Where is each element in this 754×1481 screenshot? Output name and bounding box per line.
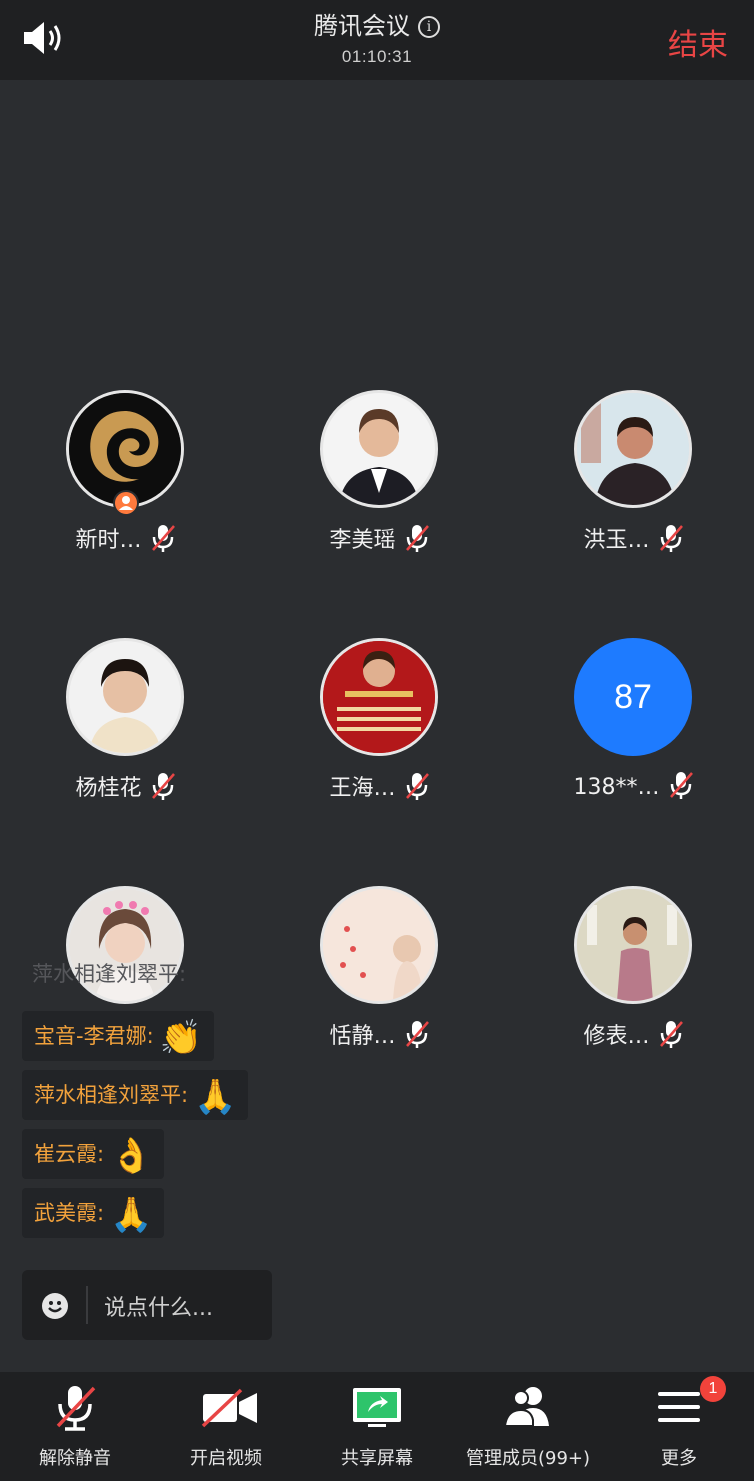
meeting-title: 腾讯会议 xyxy=(314,12,410,40)
participant-name: 洪玉… xyxy=(583,528,650,553)
start-video-button[interactable]: 开启视频 xyxy=(151,1372,301,1481)
members-icon xyxy=(503,1387,549,1427)
top-bar: 腾讯会议 i 01:10:31 结束 xyxy=(0,0,754,80)
avatar xyxy=(574,390,692,508)
ok-hand-emoji-icon: 👌 xyxy=(110,1136,153,1176)
pray-emoji-icon: 🙏 xyxy=(194,1077,237,1117)
mic-muted-icon xyxy=(405,773,429,800)
participant-tile[interactable]: 王海… xyxy=(254,638,505,818)
participant-tile[interactable]: 新时… xyxy=(0,390,251,570)
meeting-timer: 01:10:31 xyxy=(341,47,413,66)
chat-message-text: 崔云霞: xyxy=(34,1142,105,1166)
avatar xyxy=(574,886,692,1004)
host-badge-icon xyxy=(113,490,139,516)
info-icon[interactable]: i xyxy=(418,16,440,38)
clap-emoji-icon: 👏 xyxy=(159,1018,202,1058)
participant-name-row: 王海… xyxy=(254,770,505,802)
chat-message: 萍水相逢刘翠平: 🙏 xyxy=(22,1070,249,1120)
start-video-label: 开启视频 xyxy=(190,1448,262,1469)
menu-icon xyxy=(658,1392,700,1422)
avatar xyxy=(320,638,438,756)
bottom-toolbar: 解除静音 开启视频 共享屏幕 管理成员(99+) 1 更多 xyxy=(0,1372,754,1481)
share-screen-icon xyxy=(353,1388,401,1427)
mic-muted-icon xyxy=(669,772,693,799)
chat-message-text: 武美霞: xyxy=(34,1201,105,1225)
mic-muted-icon xyxy=(56,1386,96,1431)
participant-name: 138**… xyxy=(573,775,660,800)
participant-tile[interactable]: 恬静… xyxy=(254,886,505,1066)
notification-badge: 1 xyxy=(700,1376,726,1402)
number-avatar: 87 xyxy=(574,638,692,756)
participant-name-row: 恬静… xyxy=(254,1018,505,1050)
avatar xyxy=(320,886,438,1004)
participant-name: 王海… xyxy=(329,776,396,801)
manage-members-label: 管理成员(99+) xyxy=(465,1448,591,1469)
share-screen-label: 共享屏幕 xyxy=(341,1448,413,1469)
chat-message: 武美霞: 🙏 xyxy=(22,1188,165,1238)
logo-icon xyxy=(69,393,181,505)
chat-message-text: 宝音-李君娜: xyxy=(34,1024,154,1048)
mic-muted-icon xyxy=(151,773,175,800)
chat-input-placeholder: 说点什么... xyxy=(104,1296,213,1321)
participant-tile[interactable]: 杨桂花 xyxy=(0,638,251,818)
chat-message-text: 萍水相逢刘翠平: xyxy=(34,1083,189,1107)
participant-name: 新时… xyxy=(75,528,142,553)
pray-emoji-icon: 🙏 xyxy=(110,1195,153,1235)
participant-tile[interactable]: 修表… xyxy=(508,886,754,1066)
more-label: 更多 xyxy=(661,1448,697,1469)
participant-name: 修表… xyxy=(583,1024,650,1049)
video-off-icon xyxy=(201,1388,257,1428)
end-meeting-button[interactable]: 结束 xyxy=(668,20,728,64)
manage-members-button[interactable]: 管理成员(99+) xyxy=(453,1372,603,1481)
participant-name: 杨桂花 xyxy=(75,776,142,801)
emoji-smile-icon[interactable] xyxy=(42,1293,68,1319)
mic-muted-icon xyxy=(405,1021,429,1048)
participant-name-row: 李美瑶 xyxy=(254,522,505,554)
participant-name-row: 修表… xyxy=(508,1018,754,1050)
chat-message-fading: 萍水相逢刘翠平: xyxy=(32,962,187,986)
mic-muted-icon xyxy=(659,1021,683,1048)
participant-name-row: 新时… xyxy=(0,522,251,554)
unmute-label: 解除静音 xyxy=(39,1448,111,1469)
participant-name-row: 杨桂花 xyxy=(0,770,251,802)
participant-name-row: 洪玉… xyxy=(508,522,754,554)
participant-tile[interactable]: 李美瑶 xyxy=(254,390,505,570)
participant-name: 李美瑶 xyxy=(329,528,396,553)
avatar xyxy=(320,390,438,508)
more-button[interactable]: 1 更多 xyxy=(604,1372,754,1481)
participant-name: 恬静… xyxy=(329,1024,396,1049)
chat-input[interactable]: 说点什么... xyxy=(22,1270,272,1340)
participant-tile[interactable]: 87 138**… xyxy=(508,638,754,818)
participant-tile[interactable]: 洪玉… xyxy=(508,390,754,570)
mic-muted-icon xyxy=(659,525,683,552)
chat-message: 崔云霞: 👌 xyxy=(22,1129,165,1179)
share-screen-button[interactable]: 共享屏幕 xyxy=(302,1372,452,1481)
chat-message: 宝音-李君娜: 👏 xyxy=(22,1011,214,1061)
avatar xyxy=(66,638,184,756)
mic-muted-icon xyxy=(405,525,429,552)
divider xyxy=(86,1286,88,1324)
participant-name-row: 138**… xyxy=(508,770,754,800)
mic-muted-icon xyxy=(151,525,175,552)
unmute-button[interactable]: 解除静音 xyxy=(0,1372,150,1481)
